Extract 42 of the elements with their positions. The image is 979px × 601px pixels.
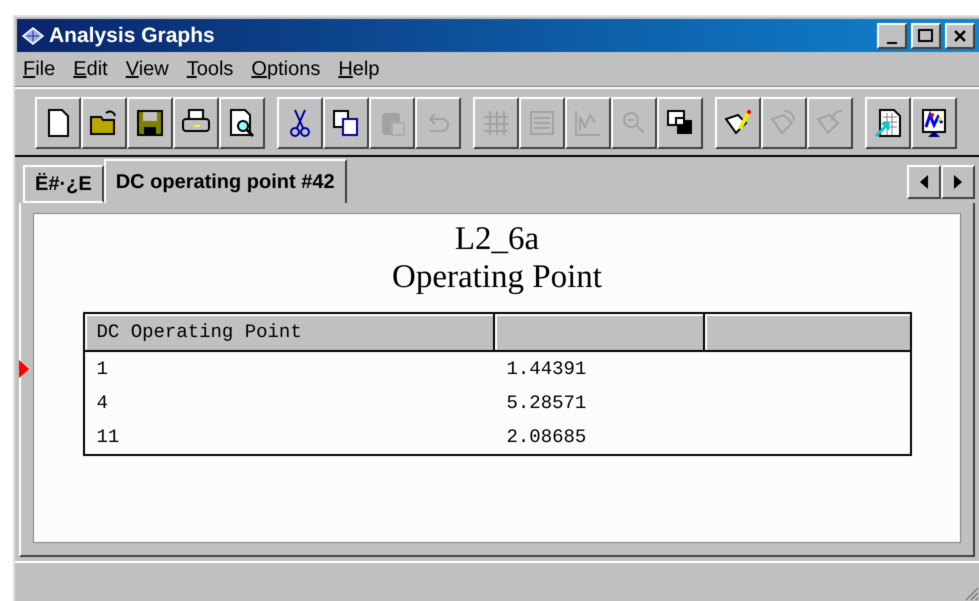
table-cell-text: 1 [96,358,109,380]
table-cell-text: 4 [96,392,109,414]
table-cell-text: 1.44391 [506,358,588,380]
close-icon [953,28,967,42]
table-cell-text: 11 [96,426,120,448]
menu-item[interactable]: Tools [186,58,234,81]
maximize-button[interactable] [911,22,941,48]
graph-title: L2_6a [454,220,540,258]
export-sheet-icon [872,107,904,139]
right-triangle-icon [953,174,963,190]
resize-grip-icon [963,585,979,601]
close-button[interactable] [945,22,975,48]
toolbar-button[interactable] [173,97,219,149]
menu-item[interactable]: Help [338,58,380,81]
toolbar-button[interactable] [127,97,173,149]
menu-item[interactable]: View [126,58,169,81]
minimize-button[interactable] [877,22,907,48]
tab[interactable]: Ë#·¿E [23,165,104,203]
maximize-icon [918,28,934,42]
scroll-left-button[interactable] [907,165,941,199]
toolbar-button[interactable] [657,97,703,149]
column-header[interactable]: DC Operating Point [84,314,494,350]
toolbar-button[interactable] [865,97,911,149]
window-title: Analysis Graphs [49,24,216,48]
toolbar-button[interactable] [35,97,81,149]
menu-item[interactable]: Edit [73,58,108,81]
table-cell-text: 2.08685 [506,426,588,448]
toolbar-button[interactable] [323,97,369,149]
toolbar-button[interactable] [277,97,323,149]
left-triangle-icon [919,174,929,190]
app-icon [21,26,45,46]
graph-subtitle: Operating Point [392,258,602,296]
menu-item[interactable]: File [23,58,56,81]
toolbar-button[interactable] [911,97,957,149]
toolbar-button[interactable] [715,97,761,149]
table-cell-text: 5.28571 [506,392,588,414]
menu-item[interactable]: Options [251,58,320,81]
scroll-right-button[interactable] [941,165,975,199]
tab[interactable]: DC operating point #42 [104,159,347,203]
minimize-icon [887,42,897,44]
toolbar-button[interactable] [81,97,127,149]
toolbar-button[interactable] [219,97,265,149]
